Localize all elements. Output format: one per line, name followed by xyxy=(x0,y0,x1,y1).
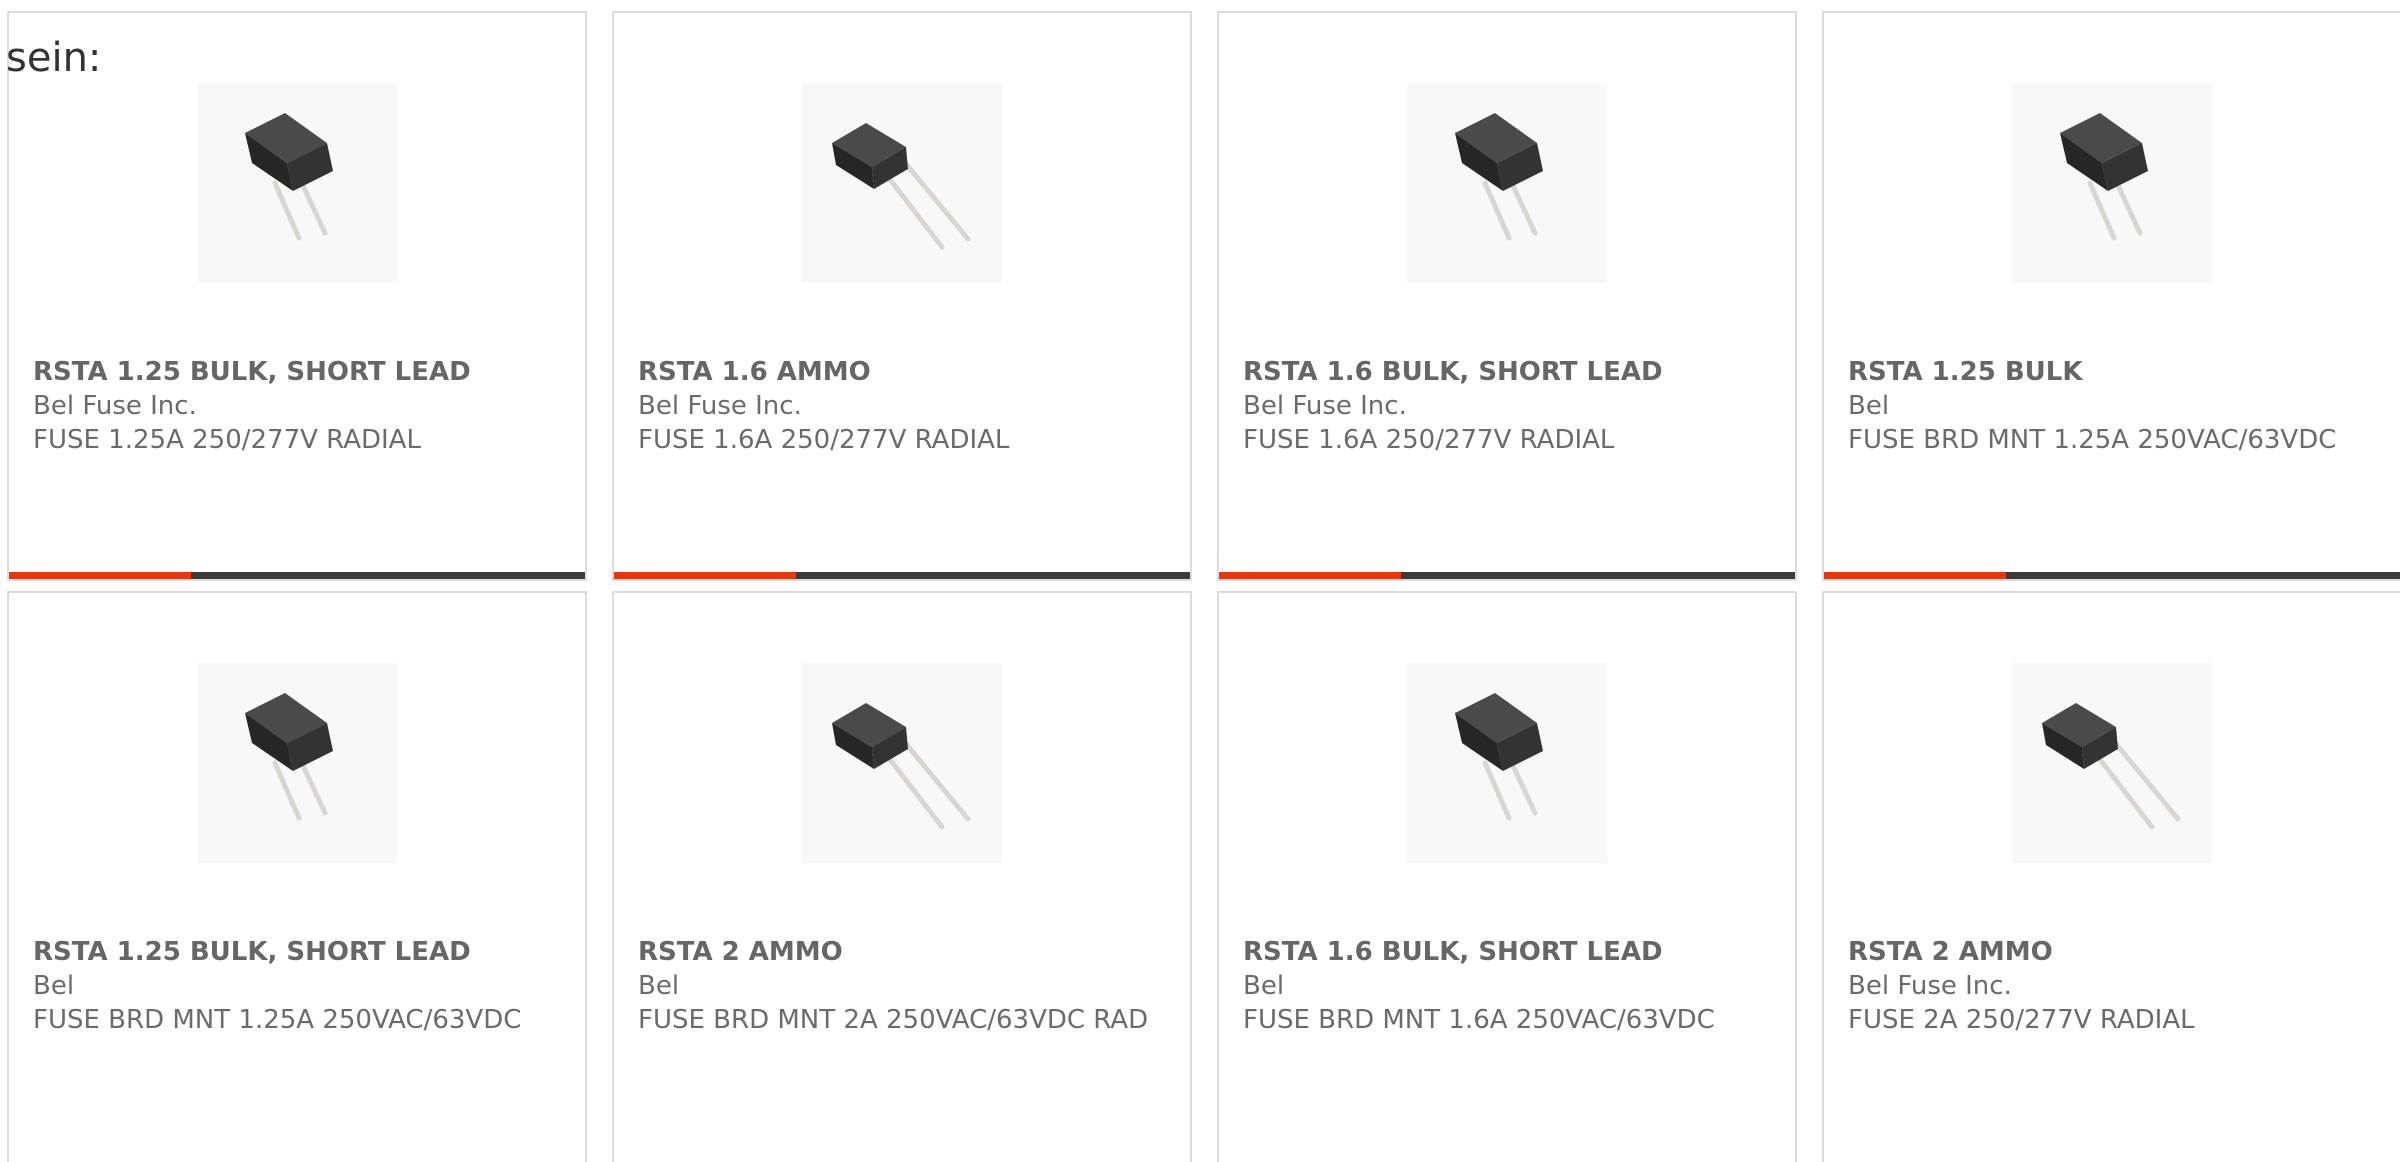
manufacturer: Bel Fuse Inc. xyxy=(1848,971,2012,1001)
product-card[interactable]: RSTA 1.25 BULK, SHORT LEAD Bel Fuse Inc.… xyxy=(7,11,587,581)
product-card[interactable]: RSTA 1.6 BULK, SHORT LEAD Bel Fuse Inc. … xyxy=(1217,11,1797,581)
part-number-link[interactable]: RSTA 1.25 BULK, SHORT LEAD xyxy=(33,355,561,389)
description: FUSE BRD MNT 1.25A 250VAC/63VDC xyxy=(33,1005,522,1035)
product-card[interactable]: RSTA 2 AMMO Bel FUSE BRD MNT 2A 250VAC/6… xyxy=(612,591,1192,1162)
product-info: RSTA 1.6 AMMO Bel Fuse Inc. FUSE 1.6A 25… xyxy=(638,355,1166,457)
page: sein: RSTA 1.25 BULK, SHORT LEAD Bel Fus… xyxy=(0,0,2400,1162)
part-number-link[interactable]: RSTA 1.6 BULK, SHORT LEAD xyxy=(1243,355,1771,389)
card-accent-fill xyxy=(9,572,191,579)
description: FUSE BRD MNT 1.6A 250VAC/63VDC xyxy=(1243,1005,1715,1035)
manufacturer: Bel Fuse Inc. xyxy=(638,391,802,421)
manufacturer: Bel Fuse Inc. xyxy=(33,391,197,421)
manufacturer: Bel xyxy=(1243,971,1285,1001)
part-number-link[interactable]: RSTA 1.6 BULK, SHORT LEAD xyxy=(1243,935,1771,969)
card-accent-bar xyxy=(9,572,585,579)
product-card[interactable]: RSTA 1.25 BULK Bel FUSE BRD MNT 1.25A 25… xyxy=(1822,11,2400,581)
product-card[interactable]: RSTA 1.6 AMMO Bel Fuse Inc. FUSE 1.6A 25… xyxy=(612,11,1192,581)
card-accent-bar xyxy=(1824,572,2400,579)
part-number-link[interactable]: RSTA 1.25 BULK, SHORT LEAD xyxy=(33,935,561,969)
description: FUSE 1.6A 250/277V RADIAL xyxy=(1243,425,1615,455)
fuse-long-lead-icon xyxy=(802,83,1002,283)
fuse-short-lead-icon xyxy=(197,663,397,863)
product-card[interactable]: RSTA 1.6 BULK, SHORT LEAD Bel FUSE BRD M… xyxy=(1217,591,1797,1162)
product-grid: RSTA 1.25 BULK, SHORT LEAD Bel Fuse Inc.… xyxy=(7,11,2400,1162)
part-number-link[interactable]: RSTA 1.25 BULK xyxy=(1848,355,2376,389)
product-info: RSTA 2 AMMO Bel FUSE BRD MNT 2A 250VAC/6… xyxy=(638,935,1166,1037)
product-info: RSTA 1.25 BULK Bel FUSE BRD MNT 1.25A 25… xyxy=(1848,355,2376,457)
fuse-short-lead-icon xyxy=(1407,663,1607,863)
card-accent-bar xyxy=(614,572,1190,579)
card-accent-bar xyxy=(1219,572,1795,579)
fuse-long-lead-icon xyxy=(2012,663,2212,863)
description: FUSE 1.6A 250/277V RADIAL xyxy=(638,425,1010,455)
manufacturer: Bel xyxy=(1848,391,1890,421)
fuse-short-lead-icon xyxy=(197,83,397,283)
part-number-link[interactable]: RSTA 1.6 AMMO xyxy=(638,355,1166,389)
description: FUSE BRD MNT 1.25A 250VAC/63VDC xyxy=(1848,425,2337,455)
product-card[interactable]: RSTA 1.25 BULK, SHORT LEAD Bel FUSE BRD … xyxy=(7,591,587,1162)
product-info: RSTA 1.6 BULK, SHORT LEAD Bel Fuse Inc. … xyxy=(1243,355,1771,457)
card-accent-fill xyxy=(614,572,796,579)
card-accent-fill xyxy=(1219,572,1401,579)
manufacturer: Bel xyxy=(33,971,75,1001)
description: FUSE 1.25A 250/277V RADIAL xyxy=(33,425,421,455)
card-accent-fill xyxy=(1824,572,2006,579)
product-info: RSTA 2 AMMO Bel Fuse Inc. FUSE 2A 250/27… xyxy=(1848,935,2376,1037)
fuse-short-lead-icon xyxy=(1407,83,1607,283)
manufacturer: Bel Fuse Inc. xyxy=(1243,391,1407,421)
fuse-long-lead-icon xyxy=(802,663,1002,863)
part-number-link[interactable]: RSTA 2 AMMO xyxy=(638,935,1166,969)
intro-text: sein: xyxy=(6,35,102,81)
product-info: RSTA 1.25 BULK, SHORT LEAD Bel FUSE BRD … xyxy=(33,935,561,1037)
part-number-link[interactable]: RSTA 2 AMMO xyxy=(1848,935,2376,969)
description: FUSE 2A 250/277V RADIAL xyxy=(1848,1005,2195,1035)
product-info: RSTA 1.6 BULK, SHORT LEAD Bel FUSE BRD M… xyxy=(1243,935,1771,1037)
description: FUSE BRD MNT 2A 250VAC/63VDC RAD xyxy=(638,1005,1149,1035)
product-info: RSTA 1.25 BULK, SHORT LEAD Bel Fuse Inc.… xyxy=(33,355,561,457)
fuse-short-lead-icon xyxy=(2012,83,2212,283)
manufacturer: Bel xyxy=(638,971,680,1001)
product-card[interactable]: RSTA 2 AMMO Bel Fuse Inc. FUSE 2A 250/27… xyxy=(1822,591,2400,1162)
